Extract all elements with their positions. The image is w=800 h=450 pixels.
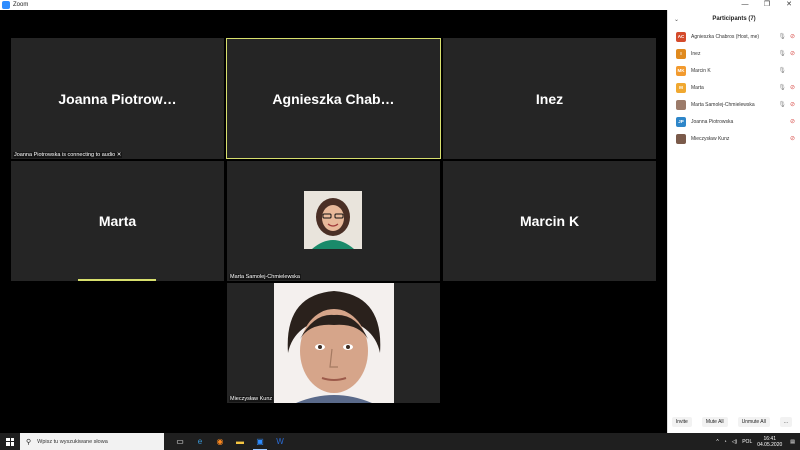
collapse-chevron-icon[interactable]: ⌄ <box>674 16 679 23</box>
avatar: AC <box>676 31 686 42</box>
tray-chevron-icon[interactable]: ^ <box>716 439 718 445</box>
start-button[interactable] <box>0 433 20 450</box>
zoom-app-icon[interactable]: ▣ <box>250 433 270 450</box>
microphone-icon[interactable]: 🎙 <box>778 84 786 91</box>
video-off-icon: ⊘ <box>789 51 795 57</box>
participant-row-name: Marcin K <box>691 67 711 74</box>
participant-row[interactable]: AC Agnieszka Chabros (Host, me) 🎙 ⊘ <box>668 28 800 45</box>
firefox-icon[interactable]: ◉ <box>210 433 230 450</box>
participant-row-name: Mieczysław Kunz <box>691 135 730 142</box>
edge-browser-icon[interactable]: e <box>190 433 210 450</box>
participant-row[interactable]: Marta Samolej-Chmielewska 🎙 ⊘ <box>668 96 800 113</box>
avatar: M <box>676 82 686 93</box>
participant-name: Marta <box>98 213 137 229</box>
profile-photo <box>274 283 394 403</box>
participant-row[interactable]: I Inez 🎙 ⊘ <box>668 45 800 62</box>
taskbar-apps: ▭ e ◉ ▬ ▣ W <box>170 433 290 450</box>
microphone-icon[interactable]: 🎙 <box>778 50 786 57</box>
avatar <box>676 99 686 110</box>
microphone-icon[interactable]: 🎙 <box>778 101 786 108</box>
participant-row[interactable]: M Marta 🎙 ⊘ <box>668 79 800 96</box>
microphone-icon[interactable]: 🎙 <box>778 33 786 40</box>
more-button[interactable]: ... <box>779 417 792 427</box>
avatar: JP <box>676 116 686 127</box>
video-tile-marta-samolej[interactable]: Marta Samolej-Chmielewska <box>227 161 440 281</box>
task-view-icon[interactable]: ▭ <box>170 433 190 450</box>
video-off-icon: ⊘ <box>789 119 795 125</box>
windows-logo-icon <box>6 437 14 446</box>
tile-caption: Joanna Piotrowska is connecting to audio… <box>13 152 123 158</box>
video-tile-mieczyslaw[interactable]: Mieczysław Kunz <box>227 283 440 403</box>
profile-photo <box>304 191 362 249</box>
unmute-all-button[interactable]: Unmute All <box>737 417 770 427</box>
restore-button[interactable]: ❐ <box>756 0 778 10</box>
participant-row-name: Joanna Piotrowska <box>691 118 734 125</box>
clock[interactable]: 16:41 04.05.2020 <box>757 436 782 448</box>
minimize-button[interactable]: — <box>734 0 756 10</box>
language-indicator[interactable]: POL <box>742 439 752 445</box>
participants-title: Participants (7) <box>712 16 756 22</box>
system-tray: ^ ◔ ◁) POL 16:41 04.05.2020 ▤ <box>716 433 800 450</box>
window-title: Zoom <box>13 2 29 8</box>
video-tile-marcin[interactable]: Marcin K <box>443 161 656 281</box>
tile-caption: Mieczysław Kunz <box>229 396 274 402</box>
video-off-icon: ⊘ <box>789 85 795 91</box>
participant-name: Joanna Piotrow… <box>58 90 177 107</box>
video-tile-joanna[interactable]: Joanna Piotrow… Joanna Piotrowska is con… <box>11 38 224 159</box>
invite-button[interactable]: Invite <box>671 417 692 427</box>
file-explorer-icon[interactable]: ▬ <box>230 433 250 450</box>
mute-all-button[interactable]: Mute All <box>701 417 728 427</box>
participant-row[interactable]: MK Marcin K 🎙 <box>668 62 800 79</box>
speaking-indicator <box>78 279 156 281</box>
search-icon: ⚲ <box>26 438 32 446</box>
network-icon[interactable]: ◔ <box>724 439 727 445</box>
zoom-logo-icon <box>2 1 10 9</box>
participant-row-name: Inez <box>691 50 701 57</box>
avatar: I <box>676 48 686 59</box>
participant-name: Inez <box>535 90 564 107</box>
word-icon[interactable]: W <box>270 433 290 450</box>
participant-row-name: Marta Samolej-Chmielewska <box>691 101 755 108</box>
participants-panel: ⌄ Participants (7) AC Agnieszka Chabros … <box>667 10 800 433</box>
participants-actions: Invite Mute All Unmute All ... <box>668 417 800 427</box>
clock-date: 04.05.2020 <box>757 441 783 448</box>
search-placeholder: Wpisz tu wyszukiwane słowa <box>37 438 108 445</box>
video-off-icon: ⊘ <box>789 102 795 108</box>
notifications-icon[interactable]: ▤ <box>790 439 795 445</box>
video-gallery: Joanna Piotrow… Joanna Piotrowska is con… <box>0 10 667 433</box>
participant-name: Agnieszka Chab… <box>272 90 395 107</box>
participant-row[interactable]: JP Joanna Piotrowska ⊘ <box>668 113 800 130</box>
tile-caption: Marta Samolej-Chmielewska <box>229 274 301 280</box>
video-off-icon: ⊘ <box>789 136 795 142</box>
participants-header: ⌄ Participants (7) <box>668 10 800 28</box>
window-titlebar: Zoom — ❐ ✕ <box>0 0 800 10</box>
window-controls: — ❐ ✕ <box>734 0 800 10</box>
close-button[interactable]: ✕ <box>778 0 800 10</box>
windows-taskbar: ⚲ Wpisz tu wyszukiwane słowa ▭ e ◉ ▬ ▣ W… <box>0 433 800 450</box>
microphone-icon[interactable]: 🎙 <box>778 67 786 74</box>
participant-row-name: Agnieszka Chabros (Host, me) <box>691 33 760 40</box>
taskbar-search[interactable]: ⚲ Wpisz tu wyszukiwane słowa <box>20 433 164 450</box>
avatar: MK <box>676 65 686 76</box>
avatar <box>676 133 686 144</box>
participant-name: Marcin K <box>519 213 580 229</box>
video-tile-marta[interactable]: Marta <box>11 161 224 281</box>
video-tile-inez[interactable]: Inez <box>443 38 656 159</box>
volume-icon[interactable]: ◁) <box>732 439 738 445</box>
participant-row[interactable]: Mieczysław Kunz ⊘ <box>668 130 800 147</box>
video-tile-agnieszka[interactable]: Agnieszka Chab… <box>226 38 441 159</box>
participant-row-name: Marta <box>691 84 704 91</box>
participants-list: AC Agnieszka Chabros (Host, me) 🎙 ⊘ I In… <box>668 28 800 147</box>
video-off-icon: ⊘ <box>789 34 795 40</box>
